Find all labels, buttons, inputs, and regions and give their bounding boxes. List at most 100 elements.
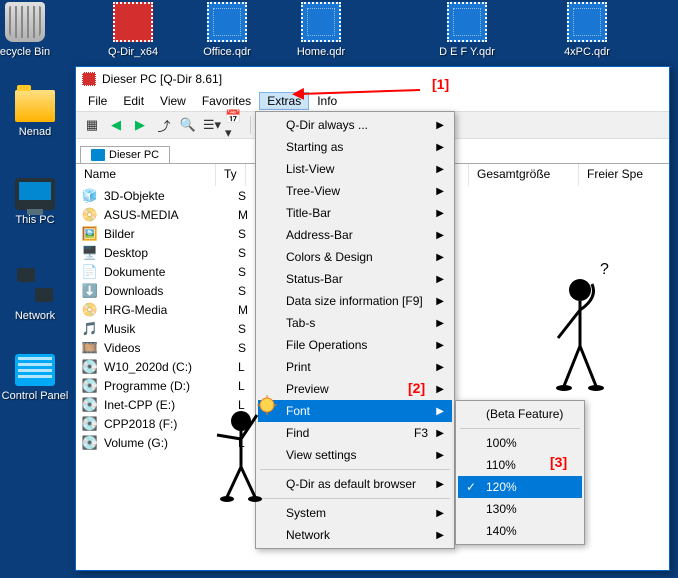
item-name: Desktop <box>104 246 238 260</box>
submenu-arrow-icon: ▶ <box>436 340 444 351</box>
menu-extras[interactable]: Extras <box>259 92 309 110</box>
extras-item-q-dir-always-[interactable]: Q-Dir always ...▶ <box>258 114 452 136</box>
item-icon: 💽 <box>82 378 98 394</box>
menu-item-label: Colors & Design <box>286 250 373 264</box>
col-name[interactable]: Name <box>76 164 216 186</box>
red-icon <box>113 2 153 42</box>
desktop-icon-network[interactable]: Network <box>0 266 70 322</box>
submenu-arrow-icon: ▶ <box>436 186 444 197</box>
menu-edit[interactable]: Edit <box>115 92 152 110</box>
extras-item-list-view[interactable]: List-View▶ <box>258 158 452 180</box>
tool-find[interactable]: 🔍 <box>177 114 199 136</box>
tool-calendar[interactable]: 📅▾ <box>225 114 247 136</box>
icon-label: This PC <box>0 214 70 226</box>
extras-item-system[interactable]: System▶ <box>258 502 452 524</box>
check-icon: ✓ <box>466 480 476 494</box>
tool-views[interactable]: ☰▾ <box>201 114 223 136</box>
submenu-arrow-icon: ▶ <box>436 508 444 519</box>
icon-label: D E F Y.qdr <box>432 46 502 58</box>
submenu-arrow-icon: ▶ <box>436 120 444 131</box>
menu-item-label: Title-Bar <box>286 206 331 220</box>
desktop-icon-q-dir-x64[interactable]: Q-Dir_x64 <box>98 2 168 58</box>
item-name: HRG-Media <box>104 303 238 317</box>
menu-favorites[interactable]: Favorites <box>194 92 259 110</box>
menu-separator <box>460 428 580 429</box>
extras-item-print[interactable]: Print▶ <box>258 356 452 378</box>
item-icon: 🖥️ <box>82 245 98 261</box>
submenu-arrow-icon: ▶ <box>436 530 444 541</box>
item-name: Inet-CPP (E:) <box>104 398 238 412</box>
desktop-icon-4xpc-qdr[interactable]: 4xPC.qdr <box>552 2 622 58</box>
titlebar[interactable]: Dieser PC [Q-Dir 8.61] <box>76 67 669 91</box>
extras-item-preview[interactable]: Preview ▶ <box>258 378 452 400</box>
item-icon: 📀 <box>82 207 98 223</box>
tool-up[interactable]: ⤴ <box>153 114 175 136</box>
icon-label: 4xPC.qdr <box>552 46 622 58</box>
menu-item-label: Q-Dir as default browser <box>286 477 416 491</box>
submenu-arrow-icon: ▶ <box>436 479 444 490</box>
col-total[interactable]: Gesamtgröße <box>469 164 579 186</box>
desktop-icon-home-qdr[interactable]: Home.qdr <box>286 2 356 58</box>
tool-back[interactable]: ◀ <box>105 114 127 136</box>
icon-label: Home.qdr <box>286 46 356 58</box>
menu-item-label: (Beta Feature) <box>486 407 563 421</box>
submenu-arrow-icon: ▶ <box>436 208 444 219</box>
col-type[interactable]: Ty <box>216 164 246 186</box>
extras-item-address-bar[interactable]: Address-Bar▶ <box>258 224 452 246</box>
bin-icon <box>5 2 45 42</box>
submenu-arrow-icon: ▶ <box>436 450 444 461</box>
tab-dieser-pc[interactable]: Dieser PC <box>80 146 170 163</box>
extras-item-colors-design[interactable]: Colors & Design▶ <box>258 246 452 268</box>
tool-layout[interactable]: ▦ <box>81 114 103 136</box>
submenu-arrow-icon: ▶ <box>436 384 444 395</box>
menu-item-label: Preview <box>286 382 329 396</box>
menu-info[interactable]: Info <box>309 92 345 110</box>
item-name: Downloads <box>104 284 238 298</box>
app-icon <box>82 72 96 86</box>
menu-item-label: Network <box>286 528 330 542</box>
menu-item-label: Data size information [F9] <box>286 294 423 308</box>
font-item-110-[interactable]: 110% <box>458 454 582 476</box>
extras-item-font[interactable]: Font▶ <box>258 400 452 422</box>
extras-item-network[interactable]: Network ▶ <box>258 524 452 546</box>
extras-item-starting-as[interactable]: Starting as▶ <box>258 136 452 158</box>
tool-fwd[interactable]: ▶ <box>129 114 151 136</box>
menu-file[interactable]: File <box>80 92 115 110</box>
item-icon: 📄 <box>82 264 98 280</box>
font-item-100-[interactable]: 100% <box>458 432 582 454</box>
menu-item-label: Font <box>286 404 310 418</box>
extras-item-q-dir-as-default-browser[interactable]: Q-Dir as default browser ▶ <box>258 473 452 495</box>
extras-item-view-settings[interactable]: View settings▶ <box>258 444 452 466</box>
tab-label: Dieser PC <box>109 149 159 161</box>
desktop-icon-this-pc[interactable]: This PC <box>0 178 70 226</box>
menu-item-label: 140% <box>486 524 517 538</box>
extras-item-data-size-information-f9-[interactable]: Data size information [F9]▶ <box>258 290 452 312</box>
desktop-icon-ecycle-bin[interactable]: ecycle Bin <box>0 2 60 58</box>
desktop-icon-d-e-f-y-qdr[interactable]: D E F Y.qdr <box>432 2 502 58</box>
menu-item-label: Tree-View <box>286 184 340 198</box>
desktop-icon-nenad[interactable]: Nenad <box>0 90 70 138</box>
qdr-icon <box>567 2 607 42</box>
menu-separator <box>260 469 450 470</box>
item-name: Volume (G:) <box>104 436 238 450</box>
col-free[interactable]: Freier Spe <box>579 164 669 186</box>
extras-item-file-operations[interactable]: File Operations▶ <box>258 334 452 356</box>
menu-view[interactable]: View <box>152 92 194 110</box>
desktop-icon-control-panel[interactable]: Control Panel <box>0 354 70 402</box>
extras-item-tab-s[interactable]: Tab-s▶ <box>258 312 452 334</box>
item-name: ASUS-MEDIA <box>104 208 238 222</box>
icon-label: Network <box>0 310 70 322</box>
font-item-140-[interactable]: 140% <box>458 520 582 542</box>
desktop-icon-office-qdr[interactable]: Office.qdr <box>192 2 262 58</box>
extras-item-title-bar[interactable]: Title-Bar ▶ <box>258 202 452 224</box>
extras-item-status-bar[interactable]: Status-Bar▶ <box>258 268 452 290</box>
font-item--beta-feature-[interactable]: (Beta Feature) <box>458 403 582 425</box>
item-name: Videos <box>104 341 238 355</box>
item-name: Musik <box>104 322 238 336</box>
font-item-130-[interactable]: 130% <box>458 498 582 520</box>
extras-item-find[interactable]: FindF3▶ <box>258 422 452 444</box>
extras-item-tree-view[interactable]: Tree-View ▶ <box>258 180 452 202</box>
font-item-120-[interactable]: ✓120% <box>458 476 582 498</box>
pc-icon <box>15 178 55 210</box>
menu-item-label: Address-Bar <box>286 228 353 242</box>
